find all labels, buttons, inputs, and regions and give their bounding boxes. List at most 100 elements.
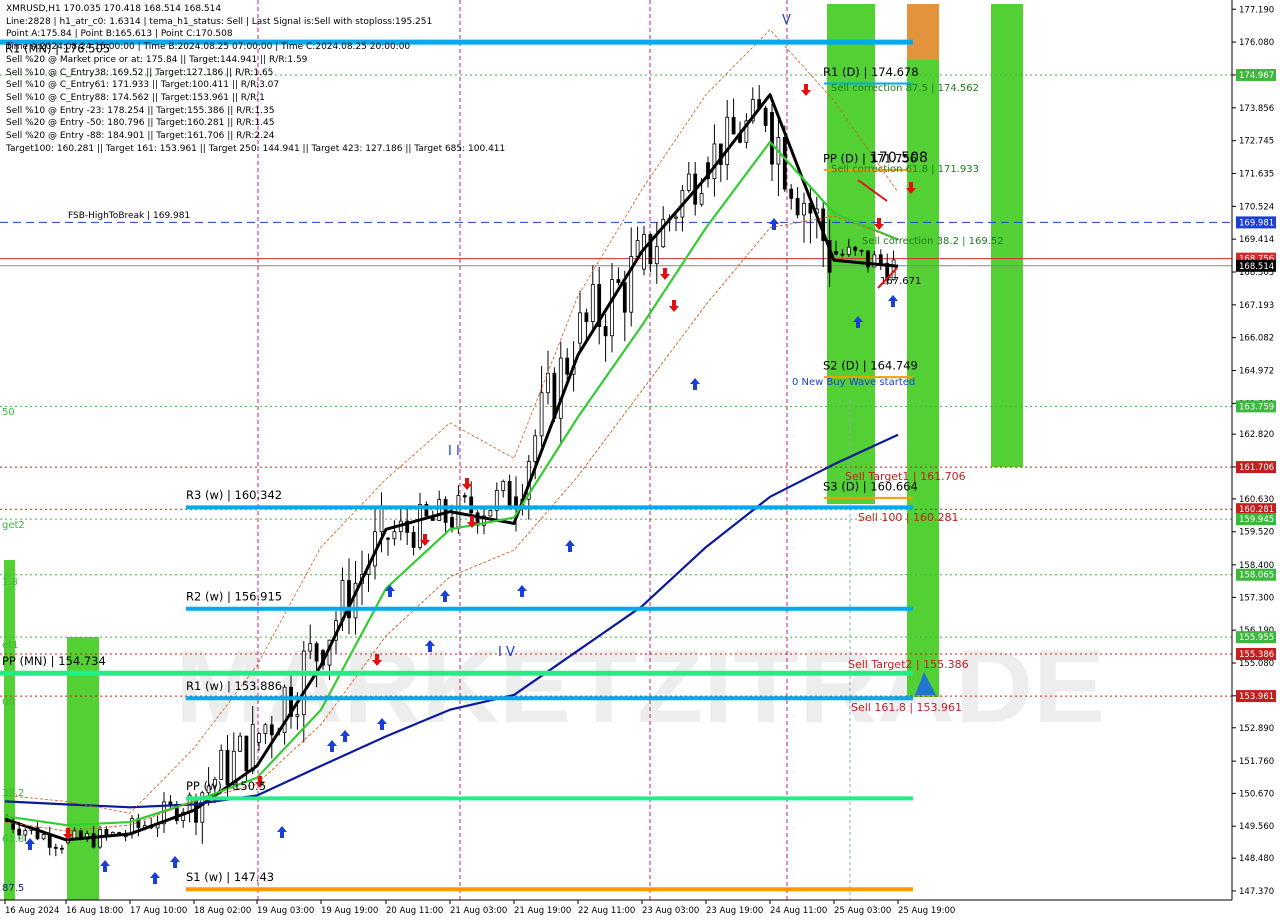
candle-body	[462, 495, 467, 498]
price-tick-label: 151.760	[1239, 757, 1274, 767]
wave-label: V	[782, 13, 791, 28]
candle-body	[616, 279, 621, 284]
candle-body	[686, 173, 691, 191]
candle-body	[437, 499, 442, 521]
candle-body	[340, 580, 345, 622]
candle-body	[456, 495, 461, 528]
price-tick-label: 172.745	[1239, 137, 1274, 147]
pivot-level-label: R1 (D) | 174.678	[823, 65, 919, 79]
chart-annotation: 0 New Buy Wave started	[792, 377, 915, 388]
candle-body	[411, 531, 416, 548]
chart-annotation: Sell correction 87.5 | 174.562	[831, 83, 979, 94]
time-tick-label: 21 Aug 19:00	[514, 906, 571, 916]
candle-body	[392, 531, 397, 540]
candle-body	[853, 246, 858, 251]
time-tick-label: 19 Aug 03:00	[257, 906, 314, 916]
time-tick-label: 16 Aug 2024	[5, 906, 59, 916]
fib-edge-label: 50	[2, 407, 15, 418]
price-badge-label: 155.955	[1239, 633, 1274, 643]
info-line: Sell %20 @ Entry -50: 180.796 || Target:…	[6, 118, 275, 129]
info-line: Target100: 160.281 || Target 161: 153.96…	[6, 143, 506, 154]
candle-body	[622, 282, 627, 313]
time-tick-label: 17 Aug 10:00	[130, 906, 187, 916]
price-tick-label: 166.082	[1239, 334, 1274, 344]
price-tick-label: 167.193	[1239, 301, 1274, 311]
candle-body	[443, 499, 448, 523]
candle-body	[47, 834, 52, 848]
candle-body	[859, 249, 864, 252]
chart-annotation: Sell Target1 | 161.706	[845, 470, 966, 483]
price-tick-label: 169.414	[1239, 235, 1274, 245]
candle-body	[699, 192, 704, 205]
candle-body	[590, 284, 595, 322]
price-badge-label: 153.961	[1239, 692, 1274, 702]
price-tick-label: 177.190	[1239, 5, 1274, 15]
candle-body	[295, 714, 300, 717]
fib-edge-label: et1	[2, 640, 18, 651]
fib-edge-label: 1.8	[2, 577, 18, 588]
info-panel: XMRUSD,H1 170.035 170.418 168.514 168.51…	[6, 3, 505, 155]
time-axis: 16 Aug 2024 16 Aug 18:00 17 Aug 10:00 18 Au…	[0, 899, 1232, 916]
price-badge-label: 169.981	[1239, 218, 1274, 228]
candle-body	[257, 733, 261, 743]
pivot-level-label: PP (w) | 150.5	[186, 779, 266, 793]
candle-body	[41, 834, 46, 840]
candle-body	[450, 517, 454, 528]
candle-body	[386, 537, 390, 540]
candle-body	[244, 735, 249, 772]
time-tick-label: 24 Aug 11:00	[770, 906, 827, 916]
info-line: Sell %20 @ Market price or at: 175.84 ||…	[6, 54, 308, 65]
pivot-level-label: R2 (w) | 156.915	[186, 589, 282, 603]
candle-body	[834, 251, 838, 255]
price-tick-label: 152.890	[1239, 724, 1274, 734]
time-tick-label: 18 Aug 02:00	[194, 906, 251, 916]
candle-body	[795, 197, 800, 216]
candle-body	[610, 279, 614, 337]
candle-body	[469, 496, 474, 514]
time-tick-label: 25 Aug 03:00	[834, 906, 891, 916]
price-tick-label: 164.972	[1239, 367, 1274, 377]
price-tick-label: 162.820	[1239, 430, 1274, 440]
candle-body	[654, 246, 659, 265]
chart-annotation: Sell 161.8 | 153.961	[851, 701, 962, 714]
pivot-level-label: S1 (w) | 147.43	[186, 870, 274, 884]
price-badge-label: 155.386	[1239, 650, 1274, 660]
info-line: Sell %10 @ C_Entry61: 171.933 || Target:…	[6, 80, 280, 91]
watermark-text: MARKETZITRADE	[175, 629, 1105, 745]
candle-body	[301, 650, 306, 716]
fib-edge-label: 87.5	[2, 883, 24, 894]
info-line: Sell %10 @ Entry -23: 178.254 || Target:…	[6, 105, 275, 116]
candle-body	[763, 107, 768, 126]
price-tick-label: 149.560	[1239, 822, 1274, 832]
pivot-level-label: R3 (w) | 160.342	[186, 488, 282, 502]
candle-body	[878, 254, 883, 264]
pivot-level-label: FSB-HighToBreak | 169.981	[68, 211, 190, 221]
time-tick-label: 23 Aug 19:00	[706, 906, 763, 916]
pivot-level-label: R1 (w) | 153.886	[186, 679, 282, 693]
signal-zone	[4, 560, 15, 900]
fib-edge-label: 00	[2, 697, 15, 708]
candle-body	[501, 481, 506, 491]
candle-body	[314, 643, 319, 662]
candle-body	[840, 253, 845, 256]
signal-zone	[67, 637, 99, 900]
price-tick-label: 173.856	[1239, 104, 1274, 114]
time-tick-label: 22 Aug 11:00	[578, 906, 635, 916]
candle-body	[558, 357, 563, 419]
candle-body	[238, 735, 243, 752]
info-line: Line:2828 | h1_atr_c0: 1.6314 | tema_h1_…	[6, 16, 433, 27]
info-line: Time A:2024.08.24 15:00:00 | Time B:2024…	[6, 42, 411, 53]
chart-annotation: Sell correction 38.2 | 169.52	[862, 236, 1004, 247]
wave-label: I I	[448, 444, 460, 459]
price-badge-label: 158.065	[1239, 571, 1274, 581]
fib-edge-label: 38.2	[2, 788, 24, 799]
candle-body	[60, 847, 64, 850]
candle-body	[725, 116, 730, 166]
pivot-level-label: S2 (D) | 164.749	[823, 359, 918, 373]
candle-body	[250, 723, 255, 772]
candle-body	[269, 724, 274, 736]
price-tick-label: 176.080	[1239, 38, 1274, 48]
watermark-layer: MARKETZITRADE	[175, 629, 1105, 745]
candle-body	[488, 510, 493, 517]
info-line: Sell %10 @ C_Entry38: 169.52 || Target:1…	[6, 67, 274, 78]
